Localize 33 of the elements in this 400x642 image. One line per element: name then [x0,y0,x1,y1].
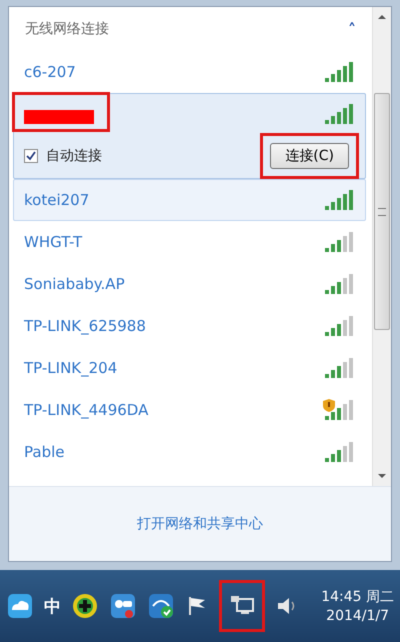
network-name: kotei207 [24,191,90,209]
ime-indicator[interactable]: 中 [44,594,61,618]
network-name: WHGT-T [24,233,82,251]
network-item[interactable]: TP-LINK_625988 [13,305,366,347]
clock-time: 14:45 周二 [321,588,394,606]
shield-check-icon[interactable] [147,592,175,620]
chat-app-icon[interactable] [109,592,137,620]
network-name: Soniababy.AP [24,275,125,293]
connect-button[interactable]: 连接(C) [270,143,349,169]
clock-date: 2014/1/7 [326,608,390,624]
network-item[interactable]: TP-LINK_4496DA [13,389,366,431]
clock[interactable]: 14:45 周二 2014/1/7 [321,588,394,624]
network-item[interactable]: Soniababy.AP [13,263,366,305]
network-item[interactable]: WHGT-T [13,221,366,263]
section-title: 无线网络连接 [25,20,109,38]
cloud-app-icon[interactable] [6,592,34,620]
network-name: c6-207 [24,63,76,81]
network-center-link[interactable]: 打开网络和共享中心 [137,515,263,533]
plus-icon[interactable] [71,592,99,620]
network-name: Pable [24,443,64,461]
network-name: TP-LINK_625988 [24,317,146,335]
checkbox-label: 自动连接 [46,147,102,165]
checkbox[interactable] [24,149,38,163]
network-item[interactable]: TP-LINK_204 [13,347,366,389]
network-name: TP-LINK_4496DA [24,401,148,419]
collapse-button[interactable]: ˄ [348,20,356,38]
network-name: TP-LINK_204 [24,359,118,377]
network-item[interactable]: Pable [13,431,366,473]
network-item[interactable]: kotei207 [13,179,366,221]
network-item[interactable]: 自动连接 连接(C) [13,93,366,179]
scroll-thumb[interactable] [374,93,390,330]
scrollbar[interactable] [372,7,391,486]
network-item[interactable]: c6-207 [13,51,366,93]
